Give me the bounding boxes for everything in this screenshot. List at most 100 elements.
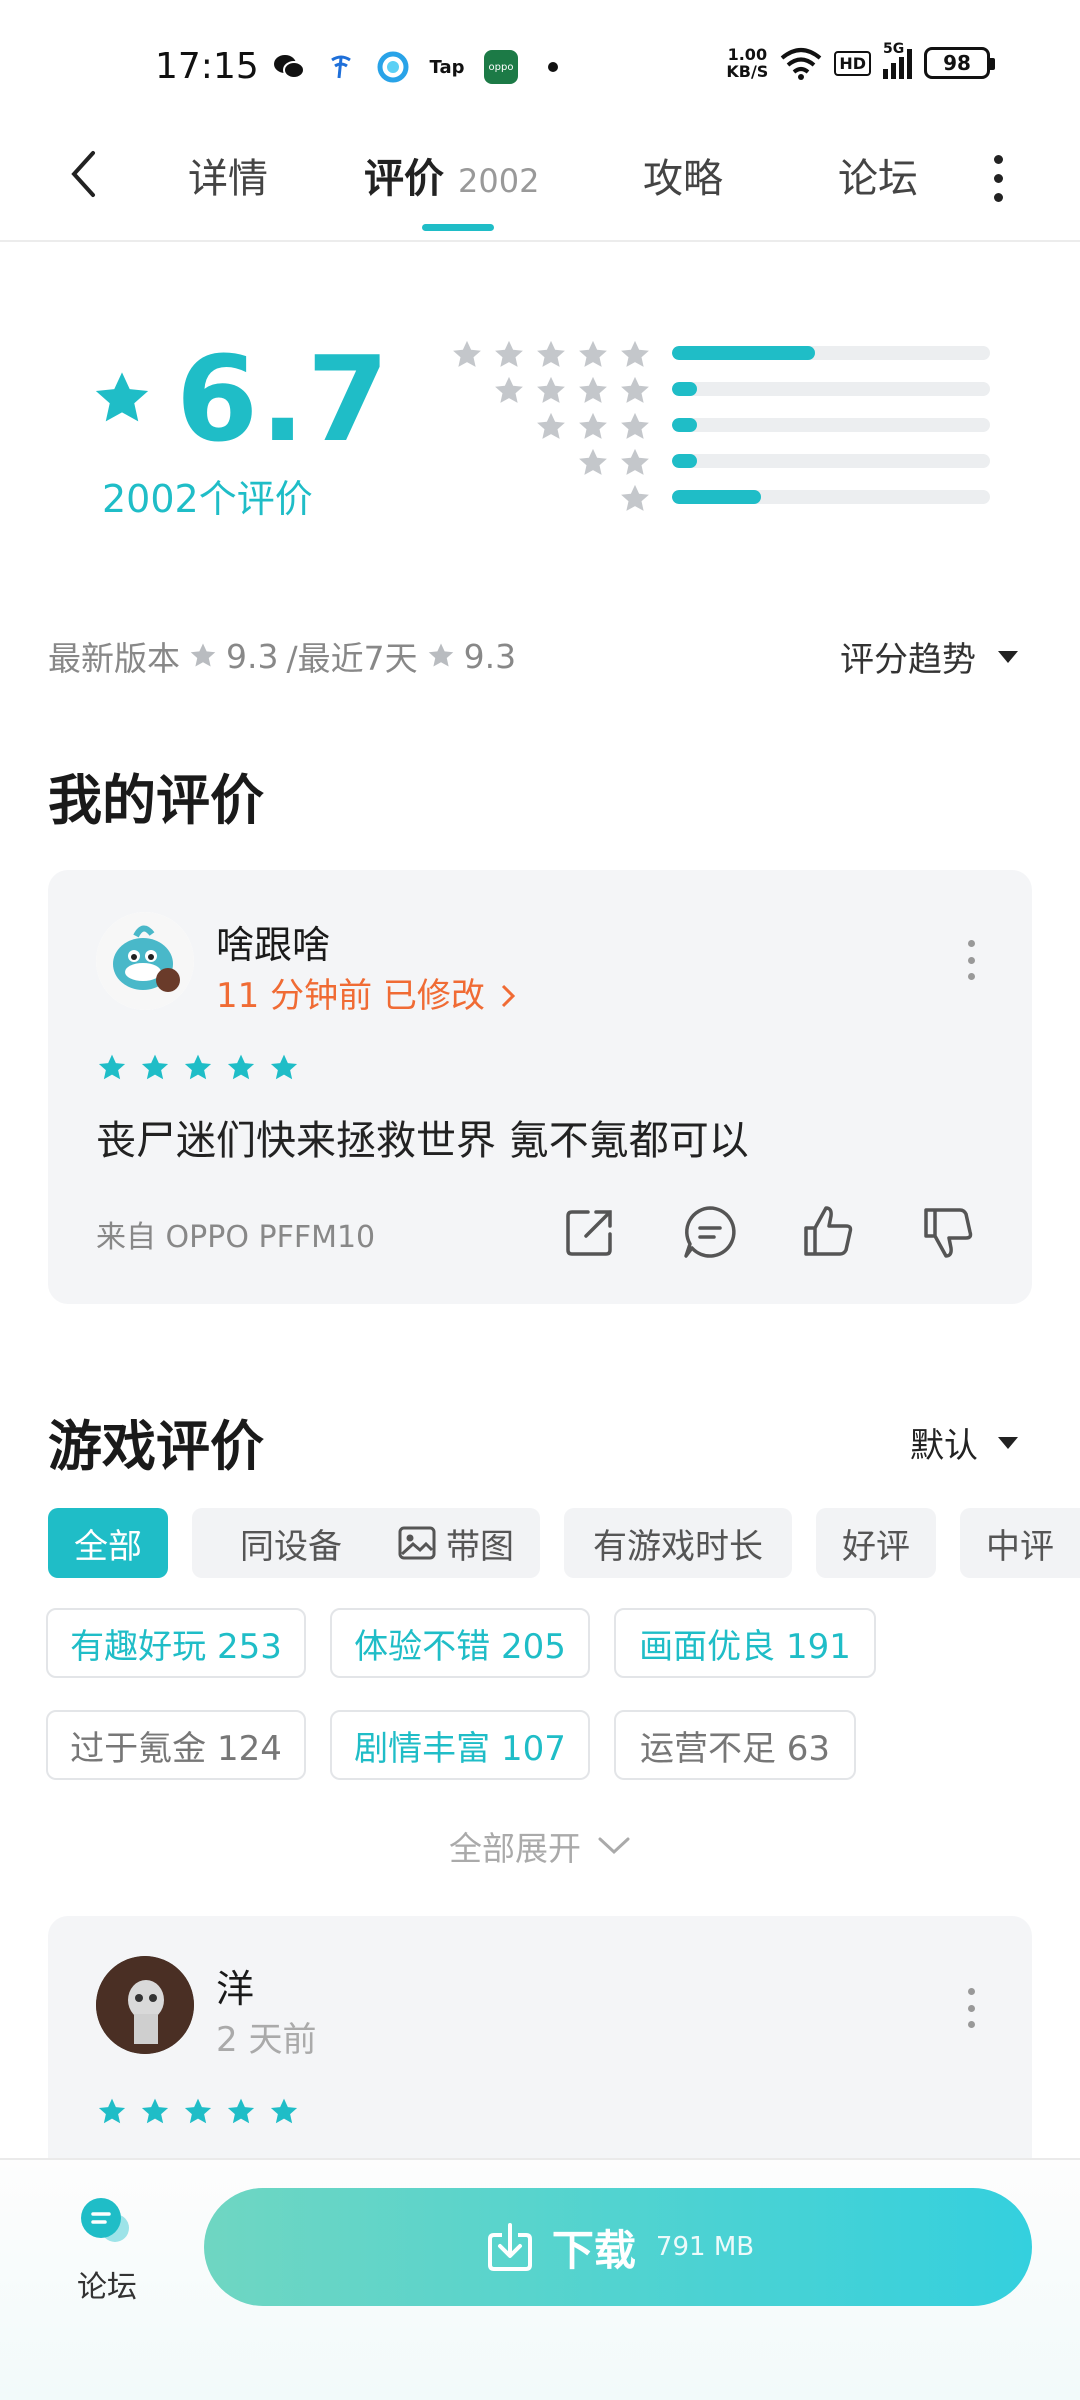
device-source: 来自 OPPO PFFM10 <box>96 1220 376 1255</box>
star-icon <box>579 340 607 367</box>
star-icon <box>537 340 565 367</box>
star-icon <box>495 340 523 367</box>
star-icon <box>227 1054 255 1080</box>
tag-too-pay2win[interactable]: 过于氪金 124 <box>46 1710 306 1780</box>
tab-reviews[interactable]: 评价 2002 <box>364 146 539 204</box>
tab-details[interactable]: 详情 <box>188 146 268 204</box>
telecom-icon <box>324 50 358 84</box>
more-menu-button[interactable] <box>978 148 1018 208</box>
battery-indicator: 98 <box>924 47 995 79</box>
histogram-bar-fill <box>672 454 698 468</box>
my-review-heading: 我的评价 <box>48 769 264 832</box>
review-more-button[interactable] <box>961 940 981 980</box>
star-icon <box>98 1054 126 1080</box>
filter-neutral[interactable]: 中评 <box>960 1508 1080 1578</box>
expand-all-button[interactable]: 全部展开 <box>0 1822 1080 1870</box>
tag-rich-story[interactable]: 剧情丰富 107 <box>330 1710 590 1780</box>
review-card[interactable]: 洋 2 天前 <box>48 1916 1032 2176</box>
oppo-store-icon: oppo <box>484 50 518 84</box>
histogram-row-3-star <box>440 410 1000 439</box>
tab-guides[interactable]: 攻略 <box>643 146 723 204</box>
sort-dropdown[interactable]: 默认 <box>910 1418 1018 1467</box>
username[interactable]: 啥跟啥 <box>216 914 330 969</box>
star-icon <box>190 643 216 667</box>
star-icon <box>141 2098 169 2124</box>
net-speed: 1.00 KB/S <box>726 45 769 81</box>
histogram-row-1-star <box>440 482 1000 511</box>
username[interactable]: 洋 <box>216 1958 254 2013</box>
star-icon <box>184 2098 212 2124</box>
browser-icon <box>376 50 410 84</box>
tag-fun[interactable]: 有趣好玩 253 <box>46 1608 306 1678</box>
wechat-icon <box>272 50 306 84</box>
forum-button[interactable]: 论坛 <box>62 2194 152 2306</box>
star-icon <box>621 340 649 367</box>
filter-positive[interactable]: 好评 <box>816 1508 936 1578</box>
filter-with-images[interactable]: 带图 <box>372 1508 540 1578</box>
histogram-bar <box>672 346 990 360</box>
tag-good-graphics[interactable]: 画面优良 191 <box>614 1608 876 1678</box>
tab-forum[interactable]: 论坛 <box>838 146 918 204</box>
filter-same-device[interactable]: 同设备 <box>192 1508 390 1578</box>
filter-all[interactable]: 全部 <box>48 1508 168 1578</box>
histogram-bar <box>672 418 990 432</box>
download-icon <box>487 2223 532 2271</box>
histogram-bar <box>672 382 990 396</box>
version-rating-line: 最新版本 9.3 /最近7天 9.3 <box>48 636 517 679</box>
status-time: 17:15 <box>155 46 259 87</box>
review-more-button[interactable] <box>961 1988 981 2028</box>
review-count-badge: 2002 <box>458 162 540 200</box>
share-button[interactable] <box>560 1202 620 1262</box>
recent-7days-score: 9.3 <box>463 636 517 676</box>
star-icon <box>453 340 481 367</box>
chevron-right-icon <box>501 984 515 1008</box>
active-tab-indicator <box>422 224 494 231</box>
like-button[interactable] <box>798 1202 858 1262</box>
avatar[interactable] <box>96 1956 194 2054</box>
avatar[interactable] <box>96 912 194 1010</box>
rating-score: 6.7 <box>176 330 392 468</box>
tag-poor-operation[interactable]: 运营不足 63 <box>614 1710 856 1780</box>
rating-trend-dropdown[interactable]: 评分趋势 <box>840 632 1018 681</box>
status-bar: 17:15 Tap oppo 1.00 KB/S HD 5G 98 <box>0 0 1080 120</box>
forum-label: 论坛 <box>77 2270 137 2305</box>
my-review-card[interactable]: 啥跟啥 11 分钟前 已修改 丧尸迷们快来拯救世界 氪不氪都可以 来自 OPPO… <box>48 870 1032 1304</box>
histogram-bar-fill <box>672 346 816 360</box>
more-notifications-dot <box>536 50 570 84</box>
star-icon <box>98 2098 126 2124</box>
share-icon <box>566 1210 612 1256</box>
star-icon <box>537 376 565 403</box>
star-icon <box>621 448 649 475</box>
star-icon <box>579 448 607 475</box>
game-reviews-heading: 游戏评价 <box>48 1415 264 1478</box>
star-icon <box>270 2098 298 2124</box>
chevron-down-icon <box>598 1837 630 1855</box>
star-icon <box>495 376 523 403</box>
chevron-left-icon <box>71 151 95 197</box>
wifi-icon <box>781 48 822 80</box>
download-label: 下载 <box>551 2225 636 2275</box>
star-icon <box>621 484 649 511</box>
bottom-action-bar: 论坛 下载 791 MB <box>0 2158 1080 2400</box>
star-icon <box>184 1054 212 1080</box>
back-button[interactable] <box>58 144 108 204</box>
histogram-bar-fill <box>672 382 698 396</box>
my-review-stars <box>96 1052 300 1084</box>
taptap-icon: Tap <box>429 56 465 78</box>
review-time-edited[interactable]: 11 分钟前 已修改 <box>216 968 516 1017</box>
thumbs-up-icon <box>804 1206 853 1256</box>
review-text: 丧尸迷们快来拯救世界 氪不氪都可以 <box>96 1118 749 1164</box>
caret-down-icon <box>998 650 1018 663</box>
download-button[interactable]: 下载 791 MB <box>204 2188 1032 2306</box>
star-icon <box>621 376 649 403</box>
tag-good-experience[interactable]: 体验不错 205 <box>330 1608 590 1678</box>
comment-button[interactable] <box>680 1202 740 1262</box>
filter-has-playtime[interactable]: 有游戏时长 <box>564 1508 792 1578</box>
hd-badge: HD <box>834 50 871 76</box>
rating-count: 2002个评价 <box>102 477 313 521</box>
download-size: 791 MB <box>655 2232 755 2262</box>
star-icon <box>621 412 649 439</box>
dislike-button[interactable] <box>918 1202 978 1262</box>
star-icon <box>579 376 607 403</box>
star-icon <box>227 2098 255 2124</box>
